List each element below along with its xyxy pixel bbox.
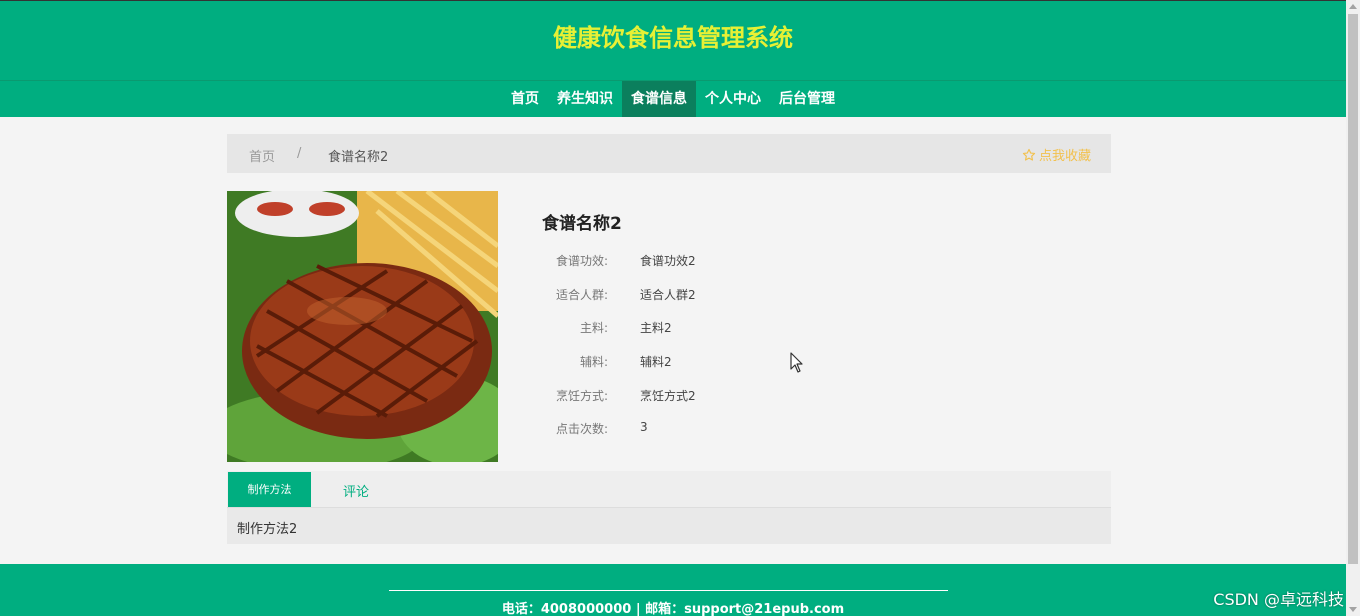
nav-item-recipes[interactable]: 食谱信息 [622,81,696,117]
field-label: 适合人群: [555,288,608,302]
page: 健康饮食信息管理系统 首页 养生知识 食谱信息 个人中心 后台管理 首页 / 食… [0,0,1346,616]
watermark: CSDN @卓远科技 [1213,590,1344,609]
field-label: 点击次数: [555,422,608,436]
breadcrumb-current: 食谱名称2 [328,150,389,165]
star-outline-icon [1022,148,1036,161]
mouse-cursor-icon [790,352,803,373]
scroll-thumb[interactable] [1348,14,1358,564]
nav-item-health-knowledge[interactable]: 养生知识 [548,81,622,117]
field-label: 食谱功效: [555,254,608,268]
field-value: 辅料2 [640,355,672,369]
recipe-photo [227,191,498,462]
site-title: 健康饮食信息管理系统 [553,24,793,52]
field-value: 适合人群2 [640,288,696,302]
recipe-name: 食谱名称2 [542,214,622,234]
nav-item-admin[interactable]: 后台管理 [770,81,844,117]
field-value: 主料2 [640,321,672,335]
scroll-down-icon[interactable] [1349,607,1357,612]
field-label: 烹饪方式: [555,389,608,403]
field-value: 3 [640,420,648,434]
nav-item-home[interactable]: 首页 [502,81,548,117]
breadcrumb-separator: / [297,146,302,161]
breadcrumb: 首页 / 食谱名称2 点我收藏 [227,134,1111,173]
nav-item-personal-center[interactable]: 个人中心 [696,81,770,117]
site-header: 健康饮食信息管理系统 [0,0,1346,80]
recipe-info: 食谱名称2 食谱功效: 食谱功效2 适合人群: 适合人群2 主料: 主料2 辅料… [542,209,696,436]
breadcrumb-home-link[interactable]: 首页 [249,146,275,165]
footer-divider [389,590,948,591]
footer-contact: 电话：4008000000 | 邮箱：support@21epub.com [501,602,845,616]
favorite-button[interactable]: 点我收藏 [1022,145,1091,164]
main-nav: 首页 养生知识 食谱信息 个人中心 后台管理 [0,80,1346,117]
tab-content-method: 制作方法2 [237,522,298,537]
tab-bar: 制作方法 评论 [227,471,1111,508]
detail-tabs: 制作方法 评论 制作方法2 [227,471,1111,544]
page-scrollbar[interactable] [1346,0,1360,616]
tab-method[interactable]: 制作方法 [228,472,311,507]
field-label: 辅料: [579,355,608,369]
field-label: 主料: [579,321,608,335]
favorite-label: 点我收藏 [1038,149,1091,164]
tab-comments[interactable]: 评论 [343,481,369,500]
scroll-up-icon[interactable] [1349,4,1357,9]
field-value: 食谱功效2 [640,254,696,268]
site-footer: 电话：4008000000 | 邮箱：support@21epub.com [0,564,1346,616]
field-value: 烹饪方式2 [640,389,696,403]
